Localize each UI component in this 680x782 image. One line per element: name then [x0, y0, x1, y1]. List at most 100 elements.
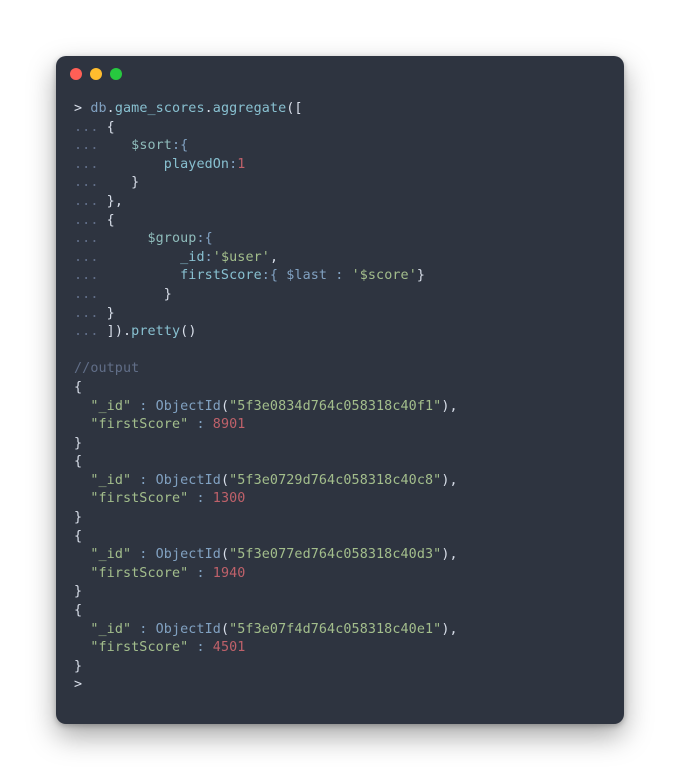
token-parens: (): [180, 324, 196, 339]
close-icon[interactable]: [70, 68, 82, 80]
output-score-line: "firstScore" : 8901: [74, 416, 606, 435]
token-oid: "5f3e0729d764c058318c40c8": [229, 473, 441, 488]
token-close: },: [107, 194, 123, 209]
output-close-brace: }: [74, 509, 606, 528]
code-line: ... {: [74, 212, 606, 231]
blank-line: [74, 342, 606, 361]
token-score-value: 4501: [213, 640, 246, 655]
token-oid: "5f3e0834d764c058318c40f1": [229, 399, 441, 414]
token-brace: {: [99, 120, 115, 135]
token-id: _id: [180, 250, 205, 265]
token-group: $group: [147, 231, 196, 246]
output-open-brace: {: [74, 453, 606, 472]
code-line: ... playedOn:1: [74, 156, 606, 175]
code-line: ... }: [74, 174, 606, 193]
token-score: '$score': [352, 268, 417, 283]
output-id-line: "_id" : ObjectId("5f3e0729d764c058318c40…: [74, 472, 606, 491]
token-close: }: [164, 287, 172, 302]
code-line: ... ]).pretty(): [74, 323, 606, 342]
continuation: ...: [74, 175, 99, 190]
token-playedOn: playedOn: [164, 157, 229, 172]
output-id-line: "_id" : ObjectId("5f3e077ed764c058318c40…: [74, 546, 606, 565]
code-line: ... }: [74, 305, 606, 324]
continuation: ...: [74, 324, 99, 339]
code-line: ... {: [74, 119, 606, 138]
continuation: ...: [74, 138, 99, 153]
continuation: ...: [74, 194, 99, 209]
code-line: ... $sort:{: [74, 137, 606, 156]
token-db: db: [90, 101, 106, 116]
token-pretty: pretty: [131, 324, 180, 339]
token-comma: ,: [270, 250, 278, 265]
token-score-value: 1940: [213, 566, 246, 581]
continuation: ...: [74, 306, 99, 321]
token-ObjectId: ObjectId: [156, 622, 221, 637]
output-close-brace: }: [74, 583, 606, 602]
zoom-icon[interactable]: [110, 68, 122, 80]
token-closeAll: ]).: [107, 324, 132, 339]
token-close: }: [417, 268, 425, 283]
code-line: >: [74, 676, 606, 695]
token-one: 1: [237, 157, 245, 172]
token-firstScore-label: "firstScore": [90, 491, 188, 506]
token-ObjectId: ObjectId: [156, 473, 221, 488]
output-open-brace: {: [74, 602, 606, 621]
code-line: //output: [74, 360, 606, 379]
code-block: > db.game_scores.aggregate([ ... { ... $…: [56, 92, 624, 711]
output-id-line: "_id" : ObjectId("5f3e07f4d764c058318c40…: [74, 621, 606, 640]
token-oid: "5f3e07f4d764c058318c40e1": [229, 622, 441, 637]
token-colonbrace: :{: [196, 231, 212, 246]
token-firstScore-label: "firstScore": [90, 417, 188, 432]
minimize-icon[interactable]: [90, 68, 102, 80]
output-open-brace: {: [74, 528, 606, 547]
token-user: '$user': [213, 250, 270, 265]
token-firstScore-label: "firstScore": [90, 566, 188, 581]
prompt: >: [74, 101, 90, 116]
window-titlebar: [56, 56, 624, 92]
output-id-line: "_id" : ObjectId("5f3e0834d764c058318c40…: [74, 398, 606, 417]
token-last: $last: [278, 268, 335, 283]
output-score-line: "firstScore" : 1940: [74, 565, 606, 584]
token-dot: .: [205, 101, 213, 116]
prompt: >: [74, 677, 90, 692]
code-line: ... _id:'$user',: [74, 249, 606, 268]
token-firstScore-label: "firstScore": [90, 640, 188, 655]
token-id-label: "_id": [90, 622, 131, 637]
token-oid: "5f3e077ed764c058318c40d3": [229, 547, 441, 562]
token-sort: $sort: [131, 138, 172, 153]
window-traffic-lights: [70, 68, 122, 80]
output-close-brace: }: [74, 658, 606, 677]
code-line: > db.game_scores.aggregate([: [74, 100, 606, 119]
terminal-window: > db.game_scores.aggregate([ ... { ... $…: [56, 56, 624, 724]
token-colon: :: [205, 250, 213, 265]
continuation: ...: [74, 250, 99, 265]
token-ObjectId: ObjectId: [156, 399, 221, 414]
token-ObjectId: ObjectId: [156, 547, 221, 562]
code-line: ... },: [74, 193, 606, 212]
code-line: ... firstScore:{ $last : '$score'}: [74, 267, 606, 286]
code-line: ... }: [74, 286, 606, 305]
continuation: ...: [74, 157, 99, 172]
continuation: ...: [74, 120, 99, 135]
continuation: ...: [74, 268, 99, 283]
token-colonbrace: :{: [172, 138, 188, 153]
token-id-label: "_id": [90, 399, 131, 414]
token-id-label: "_id": [90, 547, 131, 562]
output-close-brace: }: [74, 435, 606, 454]
token-close: }: [131, 175, 139, 190]
token-dot: .: [107, 101, 115, 116]
token-close: }: [107, 306, 115, 321]
output-open-brace: {: [74, 379, 606, 398]
continuation: ...: [74, 287, 99, 302]
token-colonbrace: :{: [262, 268, 278, 283]
token-score-value: 1300: [213, 491, 246, 506]
output-score-line: "firstScore" : 4501: [74, 639, 606, 658]
continuation: ...: [74, 213, 99, 228]
code-line: ... $group:{: [74, 230, 606, 249]
token-id-label: "_id": [90, 473, 131, 488]
token-collection: game_scores: [115, 101, 205, 116]
token-aggregate: aggregate: [213, 101, 286, 116]
output-score-line: "firstScore" : 1300: [74, 490, 606, 509]
token-score-value: 8901: [213, 417, 246, 432]
token-open: ([: [286, 101, 302, 116]
